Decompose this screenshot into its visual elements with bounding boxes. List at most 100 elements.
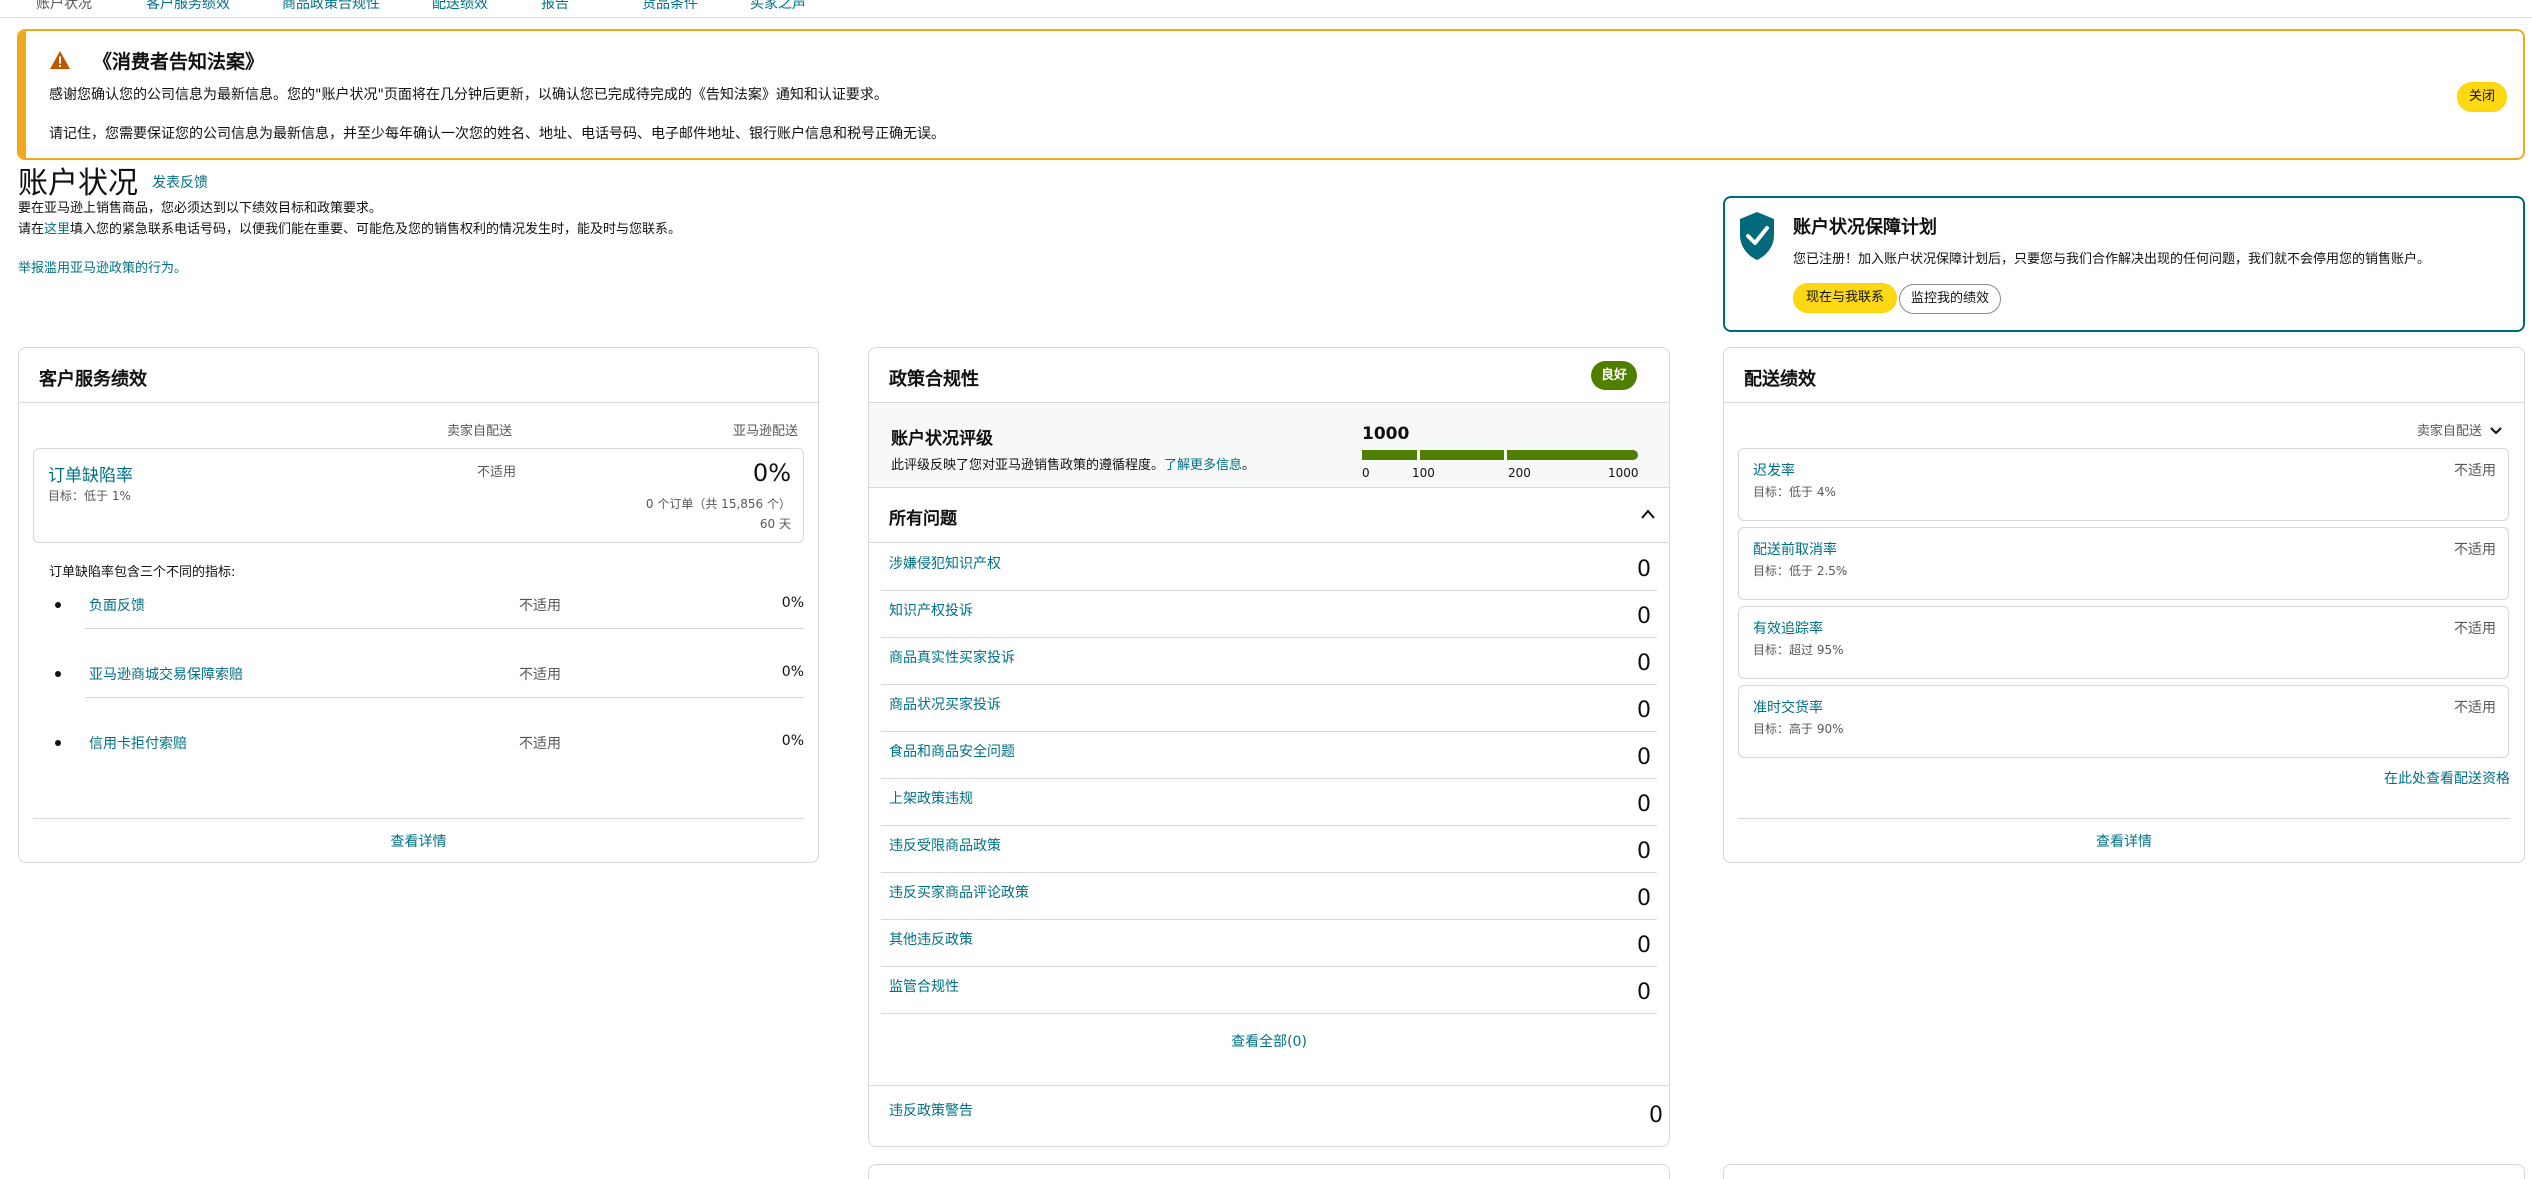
bullet xyxy=(55,740,61,746)
nav-shipping[interactable]: 配送绩效 xyxy=(432,0,488,13)
notice-banner: 《消费者告知法案》 感谢您确认您的公司信息为最新信息。您的"账户状况"页面将在几… xyxy=(17,29,2525,160)
issue-link[interactable]: 违反受限商品政策 xyxy=(889,835,1001,855)
policy-warning-link[interactable]: 违反政策警告 xyxy=(889,1100,973,1120)
card-stub xyxy=(1723,1164,2525,1179)
table-row: 食品和商品安全问题 0 xyxy=(881,732,1657,779)
all-issues-header[interactable]: 所有问题 xyxy=(869,489,1669,543)
metric-value: 不适用 xyxy=(2454,700,2496,716)
monitor-performance-button[interactable]: 监控我的绩效 xyxy=(1899,284,2002,314)
issue-link[interactable]: 商品状况买家投诉 xyxy=(889,694,1001,714)
table-row: 违反受限商品政策 0 xyxy=(881,826,1657,873)
all-issues-title: 所有问题 xyxy=(889,509,957,529)
issue-count: 0 xyxy=(1637,745,1651,770)
odr-days: 60 天 xyxy=(759,517,791,531)
here-link[interactable]: 这里 xyxy=(44,222,70,237)
metric-amazon: 0% xyxy=(781,733,804,749)
table-row: 其他违反政策 0 xyxy=(881,920,1657,967)
rating-value: 1000 xyxy=(1362,424,1410,444)
table-row: 商品状况买家投诉 0 xyxy=(881,685,1657,732)
table-row: 商品真实性买家投诉 0 xyxy=(881,638,1657,685)
notice-line-2: 请记住，您需要保证您的公司信息为最新信息，并至少每年确认一次您的姓名、地址、电话… xyxy=(49,126,945,142)
rating-title: 账户状况评级 xyxy=(891,429,993,449)
nav-product-policy[interactable]: 商品政策合规性 xyxy=(282,0,380,13)
report-abuse-link[interactable]: 举报滥用亚马逊政策的行为。 xyxy=(18,257,187,276)
metric-amazon: 0% xyxy=(781,664,804,680)
rating-bar-segment xyxy=(1420,450,1504,460)
shipping-metric-box: 有效追踪率 目标：超过 95% 不适用 xyxy=(1738,606,2509,679)
card-header: 客户服务绩效 xyxy=(19,348,818,403)
metric-seller: 不适用 xyxy=(519,598,561,614)
card-title: 配送绩效 xyxy=(1744,369,1816,390)
metric-link[interactable]: 有效追踪率 xyxy=(1753,618,1823,638)
issue-link[interactable]: 违反买家商品评论政策 xyxy=(889,882,1029,902)
odr-link[interactable]: 订单缺陷率 xyxy=(48,461,133,486)
metric-target: 目标：低于 2.5% xyxy=(1753,564,1848,578)
shipping-performance-card: 配送绩效 卖家自配送 迟发率 目标：低于 4% 不适用 配送前取消率 目标：低于… xyxy=(1723,347,2525,863)
nav-voice-of-customer[interactable]: 买家之声 xyxy=(750,0,806,13)
chevron-up-icon[interactable] xyxy=(1641,509,1655,519)
metric-link[interactable]: 准时交货率 xyxy=(1753,697,1823,717)
chevron-down-icon xyxy=(2490,427,2502,435)
close-button[interactable]: 关闭 xyxy=(2457,82,2507,112)
view-details-link[interactable]: 查看详情 xyxy=(1724,831,2524,851)
metric-seller: 不适用 xyxy=(519,667,561,683)
rating-desc-text: 此评级反映了您对亚马逊销售政策的遵循程度。 xyxy=(891,458,1165,473)
issue-link[interactable]: 知识产权投诉 xyxy=(889,600,973,620)
view-details-link[interactable]: 查看详情 xyxy=(19,831,818,851)
intro-suffix: 填入您的紧急联系电话号码，以便我们能在重要、可能危及您的销售权利的情况发生时，能… xyxy=(70,222,682,237)
issue-count: 0 xyxy=(1637,886,1651,911)
rating-tick: 0 xyxy=(1362,466,1370,480)
issue-count: 0 xyxy=(1637,557,1651,582)
issue-link[interactable]: 监管合规性 xyxy=(889,976,959,996)
metric-link[interactable]: 亚马逊商城交易保障索赔 xyxy=(89,664,243,684)
metric-link[interactable]: 信用卡拒付索赔 xyxy=(89,733,187,753)
table-row: 监管合规性 0 xyxy=(881,967,1657,1014)
nav-customer-service[interactable]: 客户服务绩效 xyxy=(146,0,230,13)
view-all-link[interactable]: 查看全部(0) xyxy=(869,1031,1669,1051)
nav-account-health[interactable]: 账户状况 xyxy=(36,0,92,13)
metric-link[interactable]: 配送前取消率 xyxy=(1753,539,1837,559)
metric-value: 不适用 xyxy=(2454,542,2496,558)
issue-count: 0 xyxy=(1637,980,1651,1005)
metric-amazon: 0% xyxy=(781,595,804,611)
aha-title: 账户状况保障计划 xyxy=(1793,217,1937,238)
metric-value: 不适用 xyxy=(2454,463,2496,479)
rating-bar xyxy=(1362,450,1638,460)
notice-title: 《消费者告知法案》 xyxy=(93,51,265,73)
page-title: 账户状况 xyxy=(18,166,138,201)
list-item: 信用卡拒付索赔 不适用 0% xyxy=(49,733,809,801)
bullet xyxy=(55,602,61,608)
learn-more-link[interactable]: 了解更多信息 xyxy=(1164,458,1242,473)
metric-link[interactable]: 迟发率 xyxy=(1753,460,1795,480)
notice-line-1: 感谢您确认您的公司信息为最新信息。您的"账户状况"页面将在几分钟后更新，以确认您… xyxy=(49,87,888,103)
issue-link[interactable]: 其他违反政策 xyxy=(889,929,973,949)
metric-target: 目标：低于 4% xyxy=(1753,485,1836,499)
rating-desc-end: 。 xyxy=(1242,458,1256,473)
issue-link[interactable]: 上架政策违规 xyxy=(889,788,973,808)
shipping-eligibility-link[interactable]: 在此处查看配送资格 xyxy=(2384,768,2510,788)
feedback-link[interactable]: 发表反馈 xyxy=(152,172,208,192)
metric-value: 不适用 xyxy=(2454,621,2496,637)
list-item: 亚马逊商城交易保障索赔 不适用 0% xyxy=(49,664,809,732)
card-title: 客户服务绩效 xyxy=(39,369,147,390)
rating-tick: 1000 xyxy=(1608,466,1639,480)
card-header: 配送绩效 xyxy=(1724,348,2524,403)
metric-link[interactable]: 负面反馈 xyxy=(89,595,145,615)
issue-count: 0 xyxy=(1637,698,1651,723)
issue-link[interactable]: 涉嫌侵犯知识产权 xyxy=(889,553,1001,573)
odr-orders: 0 个订单（共 15,856 个） xyxy=(645,497,791,511)
warning-icon xyxy=(50,51,70,69)
top-nav: 账户状况 客户服务绩效 商品政策合规性 配送绩效 报告 货品条件 买家之声 xyxy=(0,0,2532,18)
issue-link[interactable]: 食品和商品安全问题 xyxy=(889,741,1015,761)
account-health-rating: 账户状况评级 此评级反映了您对亚马逊销售政策的遵循程度。了解更多信息。 1000… xyxy=(869,404,1669,488)
issue-link[interactable]: 商品真实性买家投诉 xyxy=(889,647,1015,667)
table-row: 涉嫌侵犯知识产权 0 xyxy=(881,544,1657,591)
intro-prefix: 请在 xyxy=(18,222,45,237)
fulfillment-selector[interactable]: 卖家自配送 xyxy=(2417,420,2502,439)
contact-me-button[interactable]: 现在与我联系 xyxy=(1793,283,1898,313)
rating-tick: 100 xyxy=(1412,466,1435,480)
issue-count: 0 xyxy=(1637,792,1651,817)
card-header: 政策合规性 良好 xyxy=(869,348,1669,403)
nav-reports[interactable]: 报告 xyxy=(541,0,569,13)
nav-listings[interactable]: 货品条件 xyxy=(642,0,698,13)
